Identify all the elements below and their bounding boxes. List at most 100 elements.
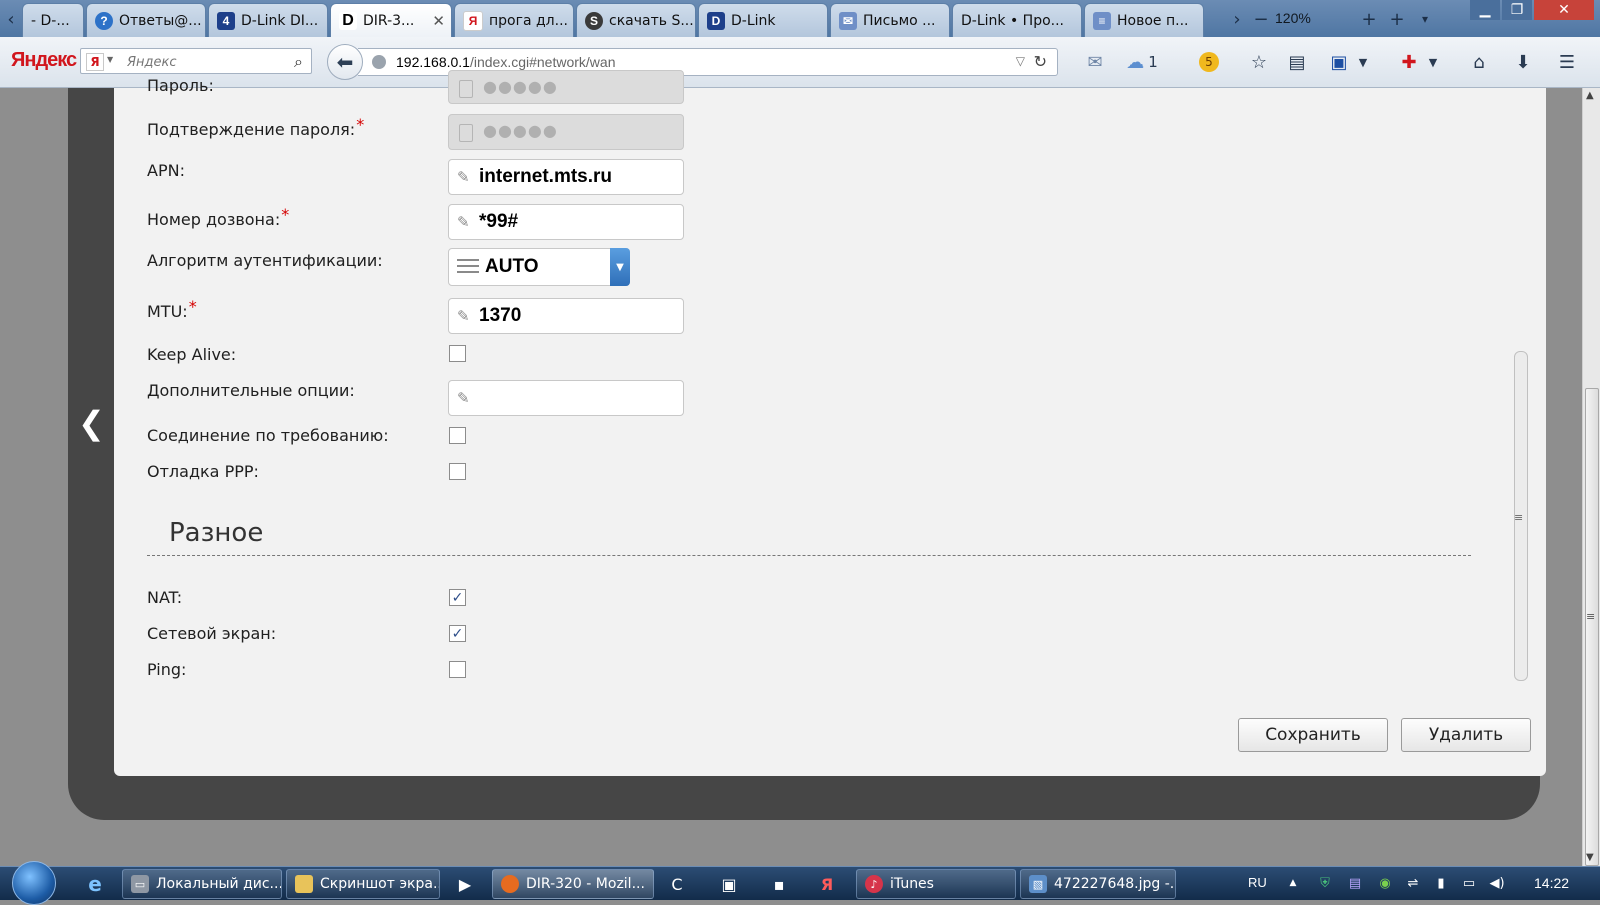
lock-icon [459,124,473,142]
reload-icon[interactable]: ↻ [1034,52,1047,71]
taskbar-item-itunes[interactable]: ♪ iTunes [856,869,1016,899]
yandex-icon[interactable]: Я [814,871,840,897]
tab-4[interactable]: Я прога дл... [454,3,574,37]
tab-label: - D-... [31,12,70,29]
back-button[interactable]: ⬅ [327,44,363,80]
confirm-password-mask: ●●●●● [483,121,558,140]
mail-icon[interactable]: ✉ [1082,49,1108,75]
bookmark-star-icon[interactable]: ☆ [1246,49,1272,75]
media-player-icon[interactable]: ▶ [452,871,478,897]
tab-label: прога дл... [489,12,568,29]
tab-8[interactable]: D-Link • Про... [952,3,1082,37]
close-tab-icon[interactable]: ✕ [432,12,445,30]
battery-icon[interactable]: ▮ [1432,874,1450,892]
tab-0[interactable]: - D-... [22,3,84,37]
arrow-left-icon[interactable]: ❮ [78,404,105,442]
zoom-out-icon[interactable]: − [1252,6,1270,32]
image-viewer-icon: ▧ [1029,875,1047,893]
yandex-search-box[interactable]: Я ▼ ⌕ [80,48,312,74]
restore-icon[interactable]: ❐ [1502,0,1532,20]
save-page-icon[interactable]: ▣ [1326,49,1352,75]
delete-button[interactable]: Удалить [1401,718,1531,752]
on-demand-checkbox[interactable] [449,427,466,444]
taskbar-item-local-disk[interactable]: ▭ Локальный дис... [122,869,282,899]
browser-scrollbar-thumb[interactable] [1585,388,1599,866]
password-mask: ●●●●● [483,77,558,96]
scroll-down-arrow-icon[interactable]: ▼ [1586,852,1594,863]
taskbar-item-label: Локальный дис... [156,876,282,892]
panel-scrollbar[interactable]: ≡ [1511,88,1530,700]
home-icon[interactable]: ⌂ [1466,49,1492,75]
shield-icon[interactable]: ⛨ [1316,874,1334,892]
clock[interactable]: 14:22 [1534,875,1569,891]
antivirus-icon[interactable]: ◉ [1376,874,1394,892]
language-indicator[interactable]: RU [1248,875,1267,890]
tray-app-icon[interactable]: ▤ [1346,874,1364,892]
keep-alive-checkbox[interactable] [449,345,466,362]
tab-3-active[interactable]: D DIR-3... ✕ [330,3,452,37]
volume-icon[interactable]: ◀) [1488,874,1506,892]
taskbar-item-image-viewer[interactable]: ▧ 472227648.jpg -... [1020,869,1176,899]
internet-explorer-icon[interactable]: e [82,871,108,897]
tab-6[interactable]: D D-Link [698,3,828,37]
download-icon[interactable]: ⬇ [1510,49,1536,75]
addon-red-cross-icon[interactable]: ✚ [1396,49,1422,75]
terminal-icon[interactable]: ▪ [766,871,792,897]
zoom-in-icon[interactable]: + [1360,6,1378,32]
required-mark: * [281,205,290,224]
app-c-icon[interactable]: C [664,871,690,897]
coin-button[interactable]: 5 [1196,49,1222,75]
tab-1[interactable]: ? Ответы@... [86,3,206,37]
network-icon[interactable]: ▭ [1460,874,1478,892]
dial-number-field[interactable]: ✎ *99# [448,204,684,240]
tab-list-icon[interactable]: ▾ [1416,6,1434,32]
taskbar-item-firefox[interactable]: DIR-320 - Mozil... [492,869,654,899]
confirm-password-label-text: Подтверждение пароля: [147,120,356,139]
browser-scrollbar[interactable]: ▲ ≡ ▼ [1582,88,1600,866]
cloud-button[interactable]: ☁ 1 [1120,49,1164,75]
mtu-label: MTU:* [147,297,197,321]
extra-options-field[interactable]: ✎ [448,380,684,416]
windows-start-button[interactable] [12,861,56,905]
reading-list-icon[interactable]: ▤ [1284,49,1310,75]
cloud-icon: ☁ [1126,51,1145,73]
tab-9[interactable]: ≡ Новое п... [1084,3,1204,37]
network-app-icon[interactable]: ▣ [716,871,742,897]
tab-scroll-right-icon[interactable]: › [1228,6,1246,32]
chevron-down-icon[interactable]: ▼ [1426,49,1440,75]
show-hidden-icons-icon[interactable]: ▲ [1284,874,1302,892]
new-tab-icon[interactable]: + [1388,6,1406,32]
ppp-debug-checkbox[interactable] [449,463,466,480]
yandex-logo[interactable]: Яндекс [11,49,77,72]
yandex-search-input[interactable] [125,52,279,72]
tab-scroll-left-icon[interactable]: ‹ [2,6,20,32]
taskbar-item-screenshot[interactable]: Скриншот экра... [286,869,440,899]
mtu-field[interactable]: ✎ 1370 [448,298,684,334]
scroll-up-arrow-icon[interactable]: ▲ [1586,90,1594,101]
save-button[interactable]: Сохранить [1238,718,1388,752]
url-history-dropdown-icon[interactable]: ▽ [1016,54,1025,68]
ping-checkbox[interactable] [449,661,466,678]
taskbar-item-label: 472227648.jpg -... [1054,876,1176,892]
tab-5[interactable]: S скачать S... [576,3,696,37]
nat-checkbox[interactable]: ✓ [449,589,466,606]
url-text[interactable]: 192.168.0.1/index.cgi#network/wan [396,54,616,70]
chevron-down-icon[interactable]: ▼ [107,55,113,64]
required-mark: * [356,115,365,134]
menu-icon[interactable]: ☰ [1554,49,1580,75]
auth-algorithm-select[interactable]: AUTO ▼ [448,248,630,286]
tab-7[interactable]: ✉ Письмо ... [830,3,950,37]
tab-2[interactable]: 4 D-Link DI... [208,3,328,37]
required-mark: * [188,297,197,316]
close-window-icon[interactable]: ✕ [1534,0,1594,20]
firewall-checkbox[interactable]: ✓ [449,625,466,642]
usb-icon[interactable]: ⇌ [1404,874,1422,892]
zoom-level[interactable]: 120% [1275,10,1311,26]
chevron-down-icon[interactable]: ▼ [1356,49,1370,75]
auth-algorithm-label: Алгоритм аутентификации: [147,251,383,270]
minimize-icon[interactable]: ▁ [1470,0,1500,20]
apn-field[interactable]: ✎ internet.mts.ru [448,159,684,195]
chevron-down-icon[interactable]: ▼ [610,248,630,286]
search-icon[interactable]: ⌕ [294,52,303,72]
yandex-badge-icon: Я [86,53,104,71]
